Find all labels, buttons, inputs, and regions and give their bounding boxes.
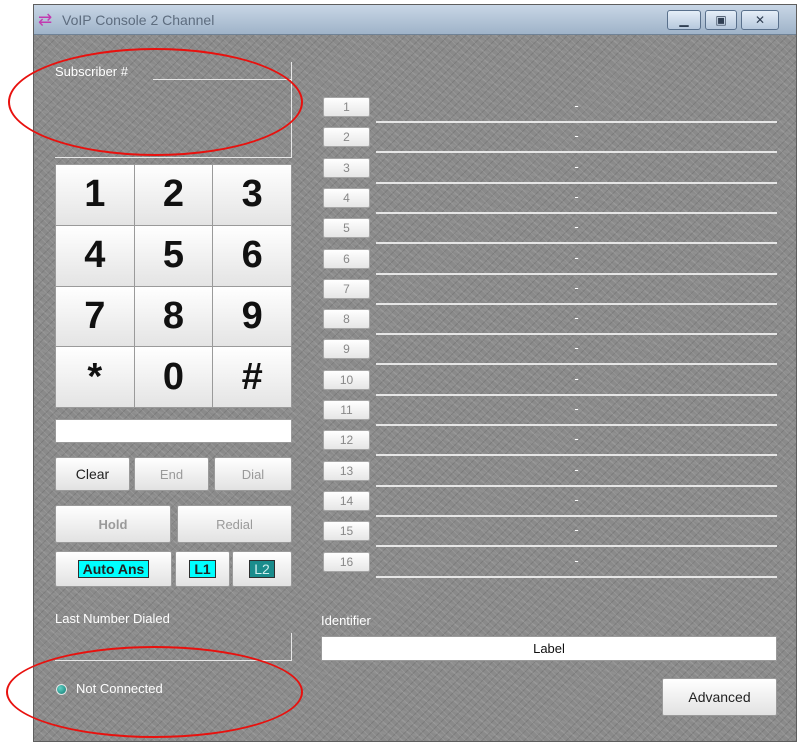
speed-dial-entry: - <box>376 93 777 123</box>
speed-dial-entry: - <box>376 366 777 396</box>
end-button[interactable]: End <box>134 457 209 491</box>
line1-button[interactable]: L1 <box>175 551 230 587</box>
speed-dial-button[interactable]: 8 <box>323 309 370 330</box>
speed-dial-button[interactable]: 14 <box>323 490 370 511</box>
subscriber-box-bottom <box>55 157 292 158</box>
speed-dial-entry: - <box>376 426 777 457</box>
maximize-button[interactable]: ▣ <box>705 10 737 30</box>
speed-dial-button[interactable]: 6 <box>323 248 370 269</box>
speed-dial-button[interactable]: 7 <box>323 278 370 299</box>
speed-dial-entry: - <box>376 457 777 487</box>
speed-dial-entry: - <box>376 396 777 426</box>
speed-dial-entry: - <box>376 214 777 245</box>
speed-dial-button[interactable]: 1 <box>323 97 370 117</box>
keypad-key[interactable]: 5 <box>134 225 213 286</box>
advanced-button[interactable]: Advanced <box>662 678 777 716</box>
dial-number-input[interactable] <box>55 419 292 443</box>
speed-dial-entry: - <box>376 335 777 366</box>
maximize-icon: ▣ <box>715 13 727 27</box>
speed-dial-button[interactable]: 11 <box>323 400 370 420</box>
window-title: VoIP Console 2 Channel <box>62 12 215 28</box>
speed-dial-button[interactable]: 9 <box>323 339 370 360</box>
keypad-key[interactable]: 7 <box>56 286 134 347</box>
close-icon: ✕ <box>754 13 766 27</box>
keypad-key[interactable]: 6 <box>213 225 291 286</box>
identifier-input[interactable]: Label <box>321 636 777 661</box>
hold-button[interactable]: Hold <box>55 505 171 543</box>
keypad-key[interactable]: 2 <box>134 165 213 225</box>
speed-dial-button[interactable]: 12 <box>323 430 370 451</box>
keypad-key[interactable]: 3 <box>213 165 291 225</box>
keypad-key[interactable]: 8 <box>134 286 213 347</box>
speed-dial-entry: - <box>376 548 777 578</box>
line2-label: L2 <box>249 560 275 578</box>
dial-button[interactable]: Dial <box>214 457 292 491</box>
title-bar[interactable]: ⇄ VoIP Console 2 Channel ▁ ▣ ✕ <box>34 5 796 35</box>
line2-button[interactable]: L2 <box>232 551 292 587</box>
speed-dial-button[interactable]: 16 <box>323 551 370 572</box>
keypad-key[interactable]: 0 <box>134 347 213 407</box>
speed-dial-button[interactable]: 10 <box>323 369 370 390</box>
identifier-label: Identifier <box>321 613 371 628</box>
speed-dial-button[interactable]: 15 <box>323 521 370 542</box>
speed-dial-button[interactable]: 2 <box>323 127 370 148</box>
speed-dial-entry: - <box>376 275 777 305</box>
keypad: 1 2 3 4 5 6 7 8 9 * 0 # <box>55 164 292 408</box>
redial-button[interactable]: Redial <box>177 505 292 543</box>
speed-dial-entry: - <box>376 184 777 214</box>
auto-answer-label: Auto Ans <box>77 560 150 578</box>
voip-console-window: ⇄ VoIP Console 2 Channel ▁ ▣ ✕ Subscribe… <box>33 4 797 742</box>
keypad-key[interactable]: 4 <box>56 225 134 286</box>
keypad-key[interactable]: * <box>56 347 134 407</box>
last-dialed-label: Last Number Dialed <box>55 611 170 626</box>
speed-dial-entry: - <box>376 154 777 184</box>
speed-dial-button[interactable]: 3 <box>323 157 370 178</box>
line1-label: L1 <box>189 560 216 578</box>
keypad-key[interactable]: 1 <box>56 165 134 225</box>
speed-dial-button[interactable]: 13 <box>323 460 370 481</box>
speed-dial-button[interactable]: 4 <box>323 187 370 208</box>
status-led-icon <box>56 684 67 695</box>
speed-dial-button[interactable]: 5 <box>323 218 370 239</box>
arrows-icon: ⇄ <box>38 10 53 29</box>
speed-dial-entry: - <box>376 517 777 548</box>
speed-dial-entry: - <box>376 245 777 275</box>
minimize-icon: ▁ <box>679 13 689 27</box>
connection-status: Not Connected <box>76 681 163 696</box>
keypad-key[interactable]: # <box>213 347 291 407</box>
clear-button[interactable]: Clear <box>55 457 130 491</box>
speed-dial-entry: - <box>376 305 777 336</box>
close-button[interactable]: ✕ <box>741 10 779 30</box>
minimize-button[interactable]: ▁ <box>667 10 701 30</box>
speed-dial-entry: - <box>376 123 777 154</box>
last-dialed-box <box>55 633 292 661</box>
auto-answer-button[interactable]: Auto Ans <box>55 551 172 587</box>
subscriber-box <box>55 62 292 158</box>
keypad-key[interactable]: 9 <box>213 286 291 347</box>
speed-dial-entry: - <box>376 487 777 517</box>
